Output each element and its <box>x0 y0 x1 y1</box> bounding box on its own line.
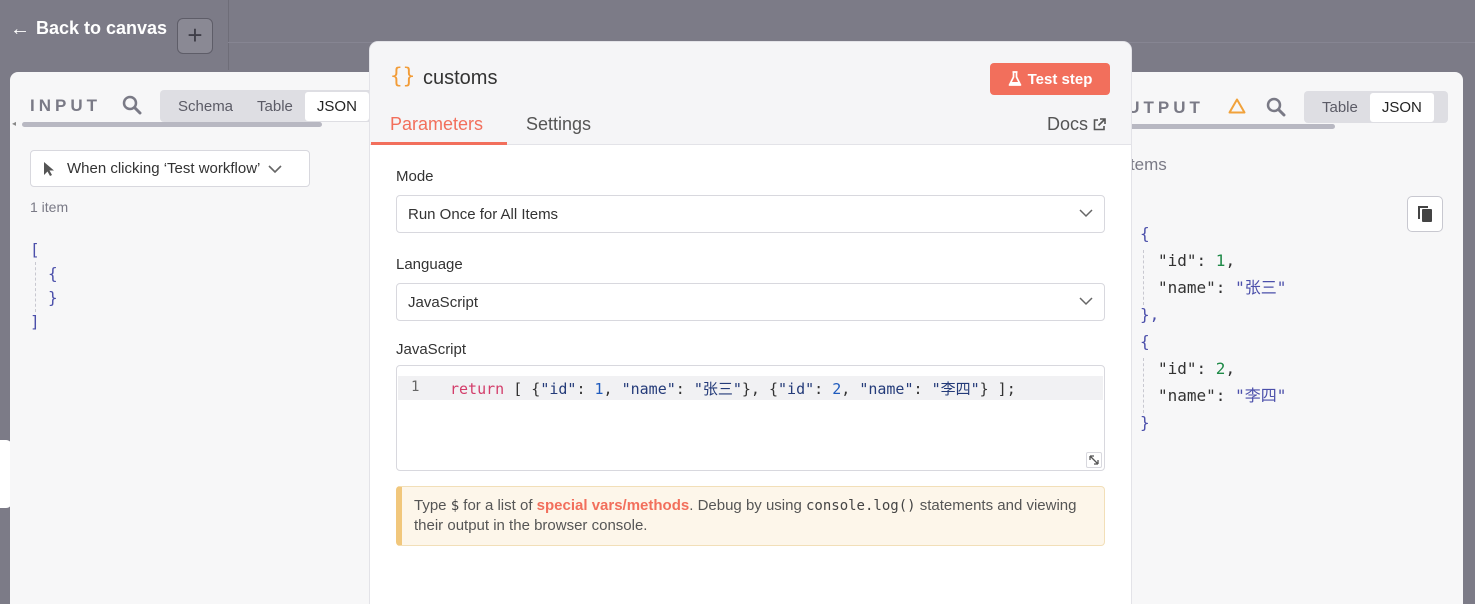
chevron-down-icon <box>1079 297 1093 306</box>
flask-icon <box>1008 71 1021 86</box>
chevron-down-icon <box>268 164 282 173</box>
output-tabs-scrollbar[interactable] <box>1120 124 1335 129</box>
json-brace-close: } <box>1140 413 1150 432</box>
tab-parameters[interactable]: Parameters <box>390 114 483 135</box>
json-brace-close: } <box>48 288 58 307</box>
json-brace-open: { <box>1140 332 1150 351</box>
arrow-left-icon: ← <box>10 17 30 40</box>
expand-editor-button[interactable] <box>1086 452 1102 468</box>
docs-link[interactable]: Docs <box>1047 114 1106 135</box>
json-bracket-close: ] <box>30 312 40 331</box>
code-braces-icon: {} <box>390 64 416 88</box>
trigger-node-select[interactable]: When clicking ‘Test workflow’ <box>30 150 310 187</box>
back-to-canvas-label: Back to canvas <box>36 18 168 38</box>
scroll-left-icon[interactable]: ◂ <box>12 119 16 128</box>
tab-table[interactable]: Table <box>245 92 305 121</box>
expand-icon <box>1089 455 1099 465</box>
json-brace-open: { <box>1140 224 1150 243</box>
add-node-button[interactable]: + <box>177 18 213 54</box>
active-tab-indicator <box>371 142 507 145</box>
test-step-button[interactable]: Test step <box>990 63 1110 95</box>
node-editor-header: {} customs Test step Parameters Settings… <box>370 42 1131 145</box>
output-json-view: { "id": 1, "name": "张三" }, { "id": 2, "n… <box>1140 220 1286 436</box>
language-label: Language <box>396 256 463 273</box>
code-label: JavaScript <box>396 341 467 358</box>
tab-json[interactable]: JSON <box>304 91 369 121</box>
node-title[interactable]: customs <box>423 67 497 90</box>
tab-settings[interactable]: Settings <box>526 114 591 135</box>
back-to-canvas-button[interactable]: ← Back to canvas <box>10 18 167 39</box>
test-step-label: Test step <box>1027 70 1093 88</box>
copy-button[interactable] <box>1407 196 1443 232</box>
language-select[interactable]: JavaScript <box>396 283 1105 321</box>
line-number: 1 <box>411 379 420 395</box>
search-icon[interactable] <box>1266 97 1286 117</box>
chevron-down-icon <box>1079 209 1093 218</box>
cursor-icon <box>44 161 54 176</box>
tab-json[interactable]: JSON <box>1369 92 1434 122</box>
json-brace-open: { <box>48 264 58 283</box>
mode-select-value: Run Once for All Items <box>408 206 559 223</box>
search-icon[interactable] <box>122 95 142 115</box>
external-link-icon <box>1093 118 1106 131</box>
input-panel-title: INPUT <box>30 96 101 115</box>
canvas-divider <box>228 0 229 70</box>
language-select-value: JavaScript <box>408 294 479 311</box>
json-field-id: "id": 1, <box>1158 251 1236 270</box>
trigger-node-select-value: When clicking ‘Test workflow’ <box>67 160 261 177</box>
mode-select[interactable]: Run Once for All Items <box>396 195 1105 233</box>
tab-schema[interactable]: Schema <box>166 92 245 121</box>
docs-label: Docs <box>1047 114 1089 134</box>
code-line-1[interactable]: return [ {"id": 1, "name": "张三"}, {"id":… <box>450 378 1016 399</box>
json-field-name: "name": "张三" <box>1158 278 1287 297</box>
json-field-name: "name": "李四" <box>1158 386 1287 405</box>
json-bracket-open: [ <box>30 240 40 259</box>
output-view-tabs: Table JSON <box>1304 91 1448 123</box>
input-json-view: [ { } ] <box>30 238 58 334</box>
input-item-count: 1 item <box>30 199 69 215</box>
json-brace-close: }, <box>1140 305 1160 324</box>
input-tabs-scrollbar[interactable] <box>22 122 322 127</box>
code-editor[interactable]: 1 return [ {"id": 1, "name": "张三"}, {"id… <box>396 365 1105 471</box>
tab-table[interactable]: Table <box>1310 93 1370 122</box>
special-vars-link[interactable]: special vars/methods <box>537 497 690 514</box>
copy-icon <box>1418 206 1432 222</box>
input-view-tabs: Schema Table JSON <box>160 90 375 122</box>
warning-icon[interactable] <box>1228 98 1246 114</box>
code-hint-notice: Type $ for a list of special vars/method… <box>396 486 1105 546</box>
node-editor-modal: {} customs Test step Parameters Settings… <box>370 42 1131 604</box>
mode-label: Mode <box>396 168 434 185</box>
json-field-id: "id": 2, <box>1158 359 1236 378</box>
